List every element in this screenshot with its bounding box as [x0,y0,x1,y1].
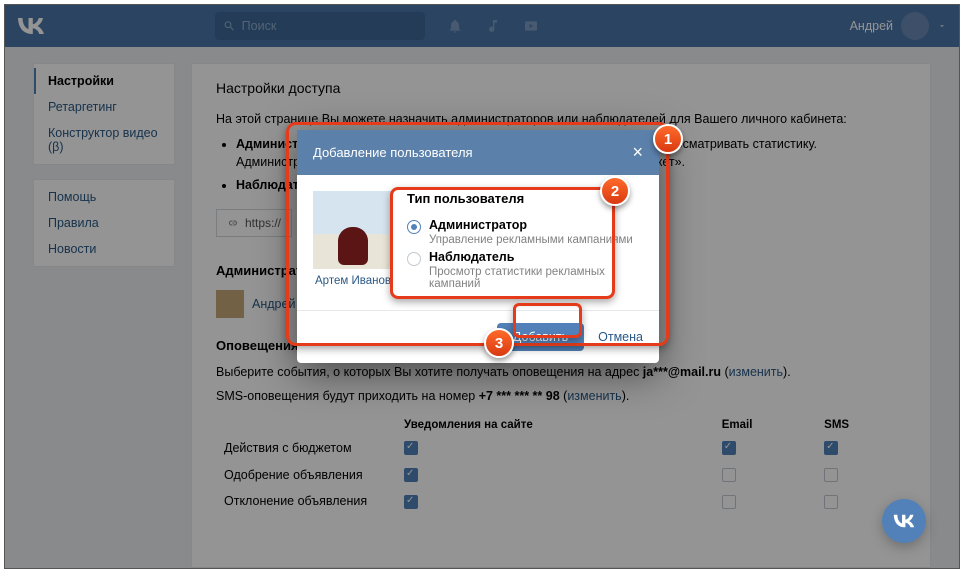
radio-observer[interactable]: НаблюдательПросмотр статистики рекламных… [407,250,643,290]
radio-administrator[interactable]: АдминистраторУправление рекламными кампа… [407,218,643,246]
modal-title: Добавление пользователя [313,145,473,160]
radio-icon [407,220,421,234]
annotation-badge-3: 3 [484,328,514,358]
selected-user-name[interactable]: Артем Иванов [313,275,393,287]
selected-user-card: Артем Иванов [313,191,393,294]
user-type-block: Тип пользователя АдминистраторУправление… [407,191,643,294]
modal-footer: Добавить Отмена [297,310,659,363]
user-photo [313,191,393,269]
annotation-badge-1: 1 [653,124,683,154]
cancel-button[interactable]: Отмена [598,330,643,344]
add-user-modal: Добавление пользователя × Артем Иванов Т… [297,130,659,363]
vk-float-button[interactable] [882,499,926,543]
radio-icon [407,252,421,266]
close-icon[interactable]: × [632,142,643,163]
annotation-badge-2: 2 [600,176,630,206]
modal-header: Добавление пользователя × [297,130,659,175]
